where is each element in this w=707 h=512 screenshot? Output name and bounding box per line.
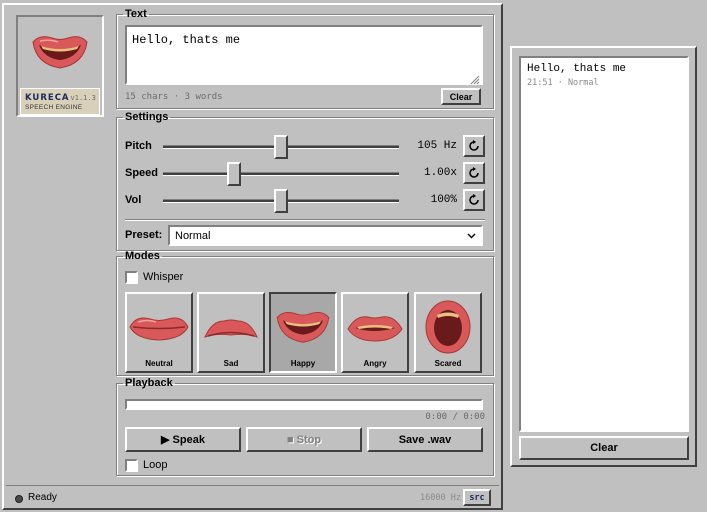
reset-icon — [469, 194, 479, 205]
log-list[interactable]: Hello, thats me 21:51 · Normal — [519, 56, 689, 432]
playback-legend: Playback — [125, 377, 173, 389]
modes-group: Modes Whisper Neutral Sad Happy Angry Sc… — [116, 251, 494, 376]
sample-rate: 16000 Hz — [420, 493, 461, 503]
pitch-value: 105 Hz — [417, 140, 457, 152]
mode-sad[interactable]: Sad — [197, 292, 265, 373]
log-window: Hello, thats me 21:51 · Normal Clear — [510, 46, 697, 467]
avatar-panel: KURECAv1.1.3 SPEECH ENGINE — [16, 15, 104, 117]
app-tagline: SPEECH ENGINE — [25, 104, 83, 111]
neutral-mouth-icon — [129, 317, 189, 341]
save-wav-button[interactable]: Save .wav — [367, 427, 483, 452]
resize-grip-icon[interactable] — [470, 75, 480, 85]
mode-label: Sad — [223, 359, 239, 368]
pitch-label: Pitch — [125, 140, 152, 152]
text-input[interactable]: Hello, thats me — [125, 25, 483, 85]
clear-text-button[interactable]: Clear — [441, 88, 481, 105]
reset-icon — [469, 140, 479, 151]
loop-checkbox[interactable] — [125, 459, 138, 472]
playback-progress-bar[interactable] — [125, 399, 483, 410]
scared-mouth-icon — [425, 300, 471, 353]
mode-label: Scared — [434, 359, 462, 368]
speed-value: 1.00x — [423, 167, 457, 179]
app-version: v1.1.3 — [70, 94, 96, 102]
loop-label: Loop — [143, 459, 168, 471]
mode-label: Angry — [363, 359, 387, 368]
playback-group: Playback 0:00 / 0:00 ▶ Speak ■ Stop Save… — [116, 378, 494, 476]
status-text: Ready — [28, 492, 57, 503]
vol-slider-thumb[interactable] — [274, 189, 288, 213]
time-readout: 0:00 / 0:00 — [425, 412, 485, 422]
settings-legend: Settings — [125, 111, 169, 123]
mode-neutral[interactable]: Neutral — [125, 292, 193, 373]
clear-log-button[interactable]: Clear — [519, 436, 689, 460]
angry-mouth-icon — [347, 315, 403, 342]
pitch-slider-thumb[interactable] — [274, 135, 288, 159]
stop-button[interactable]: ■ Stop — [246, 427, 362, 452]
preset-label: Preset: — [125, 229, 163, 241]
app-badge: KURECAv1.1.3 SPEECH ENGINE — [20, 88, 100, 115]
app-name: KURECA — [25, 93, 70, 103]
modes-legend: Modes — [125, 250, 160, 262]
sad-mouth-icon — [204, 319, 258, 338]
speed-reset-button[interactable] — [463, 162, 485, 184]
status-led-icon — [15, 495, 23, 503]
avatar-mouth-icon — [18, 17, 102, 87]
main-window: KURECAv1.1.3 SPEECH ENGINE Text Hello, t… — [2, 3, 503, 510]
speed-label: Speed — [125, 167, 159, 179]
happy-mouth-icon — [276, 311, 330, 343]
text-stats: 15 chars · 3 words — [125, 92, 223, 102]
pitch-reset-button[interactable] — [463, 135, 485, 157]
whisper-label: Whisper — [143, 271, 184, 283]
mode-scared[interactable]: Scared — [414, 292, 482, 373]
mode-label: Happy — [290, 359, 316, 368]
divider — [125, 219, 485, 221]
vol-reset-button[interactable] — [463, 189, 485, 211]
speak-button[interactable]: ▶ Speak — [125, 427, 241, 452]
preset-select[interactable]: Normal — [168, 225, 483, 246]
mode-happy[interactable]: Happy — [269, 292, 337, 373]
whisper-checkbox[interactable] — [125, 271, 138, 284]
log-entry-text[interactable]: Hello, thats me — [527, 63, 681, 75]
log-entry-meta: 21:51 · Normal — [527, 78, 599, 88]
mode-label: Neutral — [145, 359, 173, 368]
speed-slider[interactable] — [163, 172, 399, 176]
text-legend: Text — [125, 8, 147, 20]
chevron-down-icon — [467, 233, 476, 238]
vol-value: 100% — [430, 194, 457, 206]
text-group: Text Hello, thats me 15 chars · 3 words … — [116, 9, 494, 109]
status-bar: Ready 16000 Hz src — [6, 485, 499, 508]
vol-label: Vol — [125, 194, 142, 206]
reset-icon — [469, 167, 479, 178]
mode-angry[interactable]: Angry — [341, 292, 409, 373]
src-button[interactable]: src — [463, 489, 491, 506]
settings-group: Settings Pitch 105 Hz Speed 1.00x Vol 10… — [116, 112, 494, 251]
preset-value: Normal — [175, 229, 211, 242]
speed-slider-thumb[interactable] — [226, 162, 241, 186]
